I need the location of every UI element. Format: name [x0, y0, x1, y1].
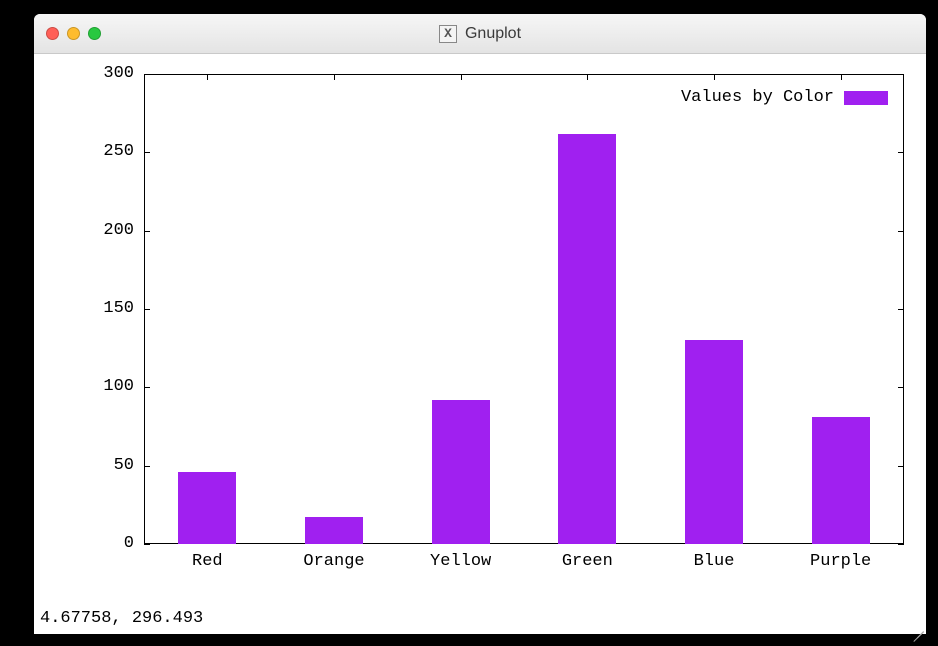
bar: [558, 134, 616, 544]
x-tick-label: Purple: [791, 552, 891, 571]
y-tick: [898, 544, 904, 545]
y-tick-label: 50: [84, 456, 134, 475]
x-tick: [207, 74, 208, 80]
y-tick-label: 0: [84, 534, 134, 553]
close-button[interactable]: [46, 27, 59, 40]
y-tick: [898, 152, 904, 153]
x-axis: [144, 543, 904, 544]
y-tick: [144, 387, 150, 388]
y-tick: [144, 466, 150, 467]
minimize-button[interactable]: [67, 27, 80, 40]
x-tick-label: Yellow: [411, 552, 511, 571]
bar: [178, 472, 236, 544]
traffic-lights: [46, 27, 101, 40]
x-tick: [461, 74, 462, 80]
x-tick-label: Orange: [284, 552, 384, 571]
y-tick-label: 250: [84, 142, 134, 161]
y-tick: [144, 544, 150, 545]
bar: [432, 400, 490, 544]
y-tick: [144, 309, 150, 310]
y-tick-label: 150: [84, 299, 134, 318]
resize-grip[interactable]: [908, 616, 924, 632]
bar: [812, 417, 870, 544]
legend-swatch: [844, 91, 888, 105]
plot-area[interactable]: [144, 74, 904, 544]
x-tick: [587, 74, 588, 80]
y-tick: [898, 231, 904, 232]
y-tick: [898, 387, 904, 388]
legend-label: Values by Color: [681, 88, 834, 107]
plot-content[interactable]: 0 50 100 150 200 250 300 Red Orange Yellow Green B…: [34, 54, 926, 634]
y-tick: [898, 466, 904, 467]
zoom-button[interactable]: [88, 27, 101, 40]
plot-top-border: [144, 74, 904, 75]
y-tick: [144, 74, 150, 75]
y-tick-label: 100: [84, 377, 134, 396]
bar: [685, 340, 743, 544]
title-center: X Gnuplot: [34, 25, 926, 43]
x11-icon: X: [439, 25, 457, 43]
x-tick-label: Blue: [664, 552, 764, 571]
y-tick: [144, 152, 150, 153]
x-tick-label: Red: [157, 552, 257, 571]
y-tick: [144, 231, 150, 232]
bar: [305, 517, 363, 544]
titlebar[interactable]: X Gnuplot: [34, 14, 926, 54]
y-tick-label: 300: [84, 64, 134, 83]
cursor-coords: 4.67758, 296.493: [40, 609, 203, 628]
app-window: X Gnuplot 0 50 100 150 200 250 300 Red Orange Ye…: [34, 14, 926, 634]
x-tick: [841, 74, 842, 80]
y-tick: [898, 309, 904, 310]
x-tick: [714, 74, 715, 80]
window-title: Gnuplot: [465, 25, 521, 43]
x-tick-label: Green: [537, 552, 637, 571]
y-tick: [898, 74, 904, 75]
x-tick: [334, 74, 335, 80]
y-tick-label: 200: [84, 221, 134, 240]
legend: Values by Color: [681, 88, 888, 107]
